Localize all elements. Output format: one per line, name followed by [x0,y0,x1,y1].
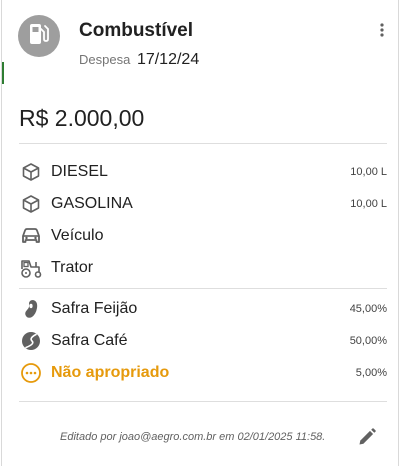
bean-icon [19,297,43,321]
category-avatar [18,15,60,57]
item-quantity: 10,00 L [350,166,387,178]
edited-by-text: Editado por joao@aegro.com.br em 02/01/2… [60,431,326,443]
asset-label: Veículo [51,227,104,244]
item-quantity: 10,00 L [350,198,387,210]
page-title: Combustível [79,20,194,41]
edit-button[interactable] [354,424,380,450]
allocation-label: Safra Café [51,332,128,349]
expense-date: 17/12/24 [136,51,200,68]
item-label: DIESEL [51,163,108,180]
edge-indicator [2,62,4,84]
more-options-button[interactable] [374,20,390,40]
package-icon [19,160,43,184]
expense-card: Combustível Despesa 17/12/24 R$ 2.000,00… [1,0,399,466]
allocation-row: Não apropriado 5,00% [19,361,387,385]
fuel-pump-icon [29,23,49,50]
divider [19,288,387,289]
divider [19,143,387,144]
kebab-menu-icon [380,23,384,37]
asset-row: Trator [19,256,387,280]
asset-label: Trator [51,259,94,276]
package-icon [19,192,43,216]
allocation-label: Não apropriado [51,364,170,381]
item-label: GASOLINA [51,195,133,212]
expense-subtitle: Despesa 17/12/24 [79,51,199,69]
divider [19,401,387,402]
car-icon [19,224,43,248]
more-circle-icon [19,361,43,385]
tractor-icon [19,256,43,280]
asset-row: Veículo [19,224,387,248]
allocation-row: Safra Café 50,00% [19,329,387,353]
allocation-percent: 45,00% [349,303,387,315]
expense-type-label: Despesa [79,52,131,67]
allocation-percent: 50,00% [349,335,387,347]
pencil-icon [359,428,376,445]
item-row: DIESEL 10,00 L [19,160,387,184]
coffee-bean-icon [19,329,43,353]
allocation-percent: 5,00% [355,367,387,379]
allocation-row: Safra Feijão 45,00% [19,297,387,321]
expense-amount: R$ 2.000,00 [19,105,145,131]
item-row: GASOLINA 10,00 L [19,192,387,216]
allocation-label: Safra Feijão [51,300,138,317]
